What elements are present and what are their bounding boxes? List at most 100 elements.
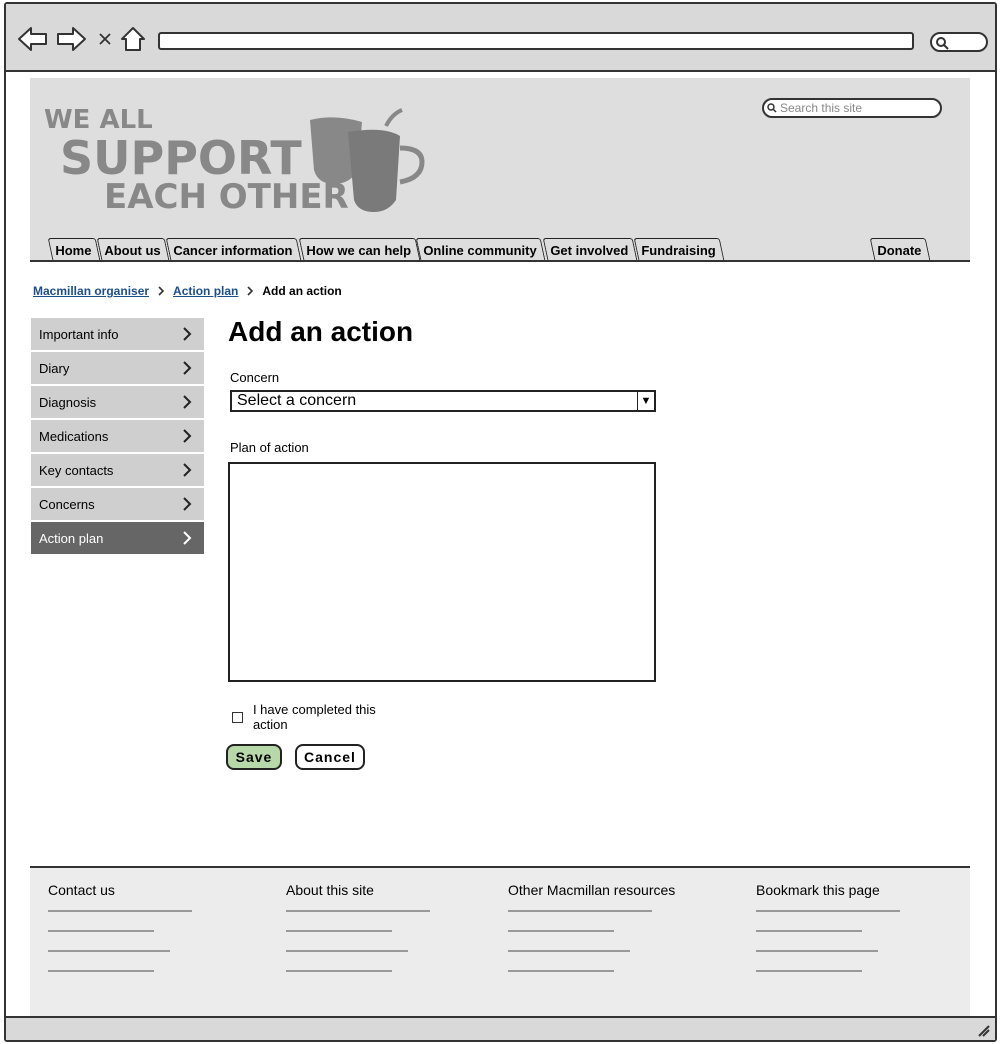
footer-link[interactable]	[48, 930, 154, 932]
nav-tab-label: Home	[55, 243, 92, 258]
site-search-input[interactable]: Search this site	[762, 98, 942, 118]
nav-tab-label: Online community	[423, 243, 538, 258]
donate-label: Donate	[877, 243, 922, 258]
sidebar-item-label: Key contacts	[39, 462, 114, 478]
nav-tab-label: How we can help	[305, 243, 411, 258]
footer-link[interactable]	[756, 930, 862, 932]
sidebar-item-label: Diagnosis	[39, 394, 97, 410]
footer-column-about: About this site	[286, 882, 430, 990]
nav-tab-label: Cancer information	[173, 243, 293, 258]
footer-column-bookmark: Bookmark this page	[756, 882, 900, 990]
chevron-right-icon	[183, 327, 192, 341]
footer-column-title: Contact us	[48, 882, 115, 898]
footer-link[interactable]	[286, 950, 408, 952]
footer-column-contact: Contact us	[48, 882, 192, 990]
nav-tab-how-we-can-help[interactable]: How we can help	[298, 238, 420, 260]
chevron-right-icon	[157, 286, 165, 296]
completed-label: I have completed this action	[252, 702, 376, 732]
page-title: Add an action	[228, 316, 414, 347]
concern-label: Concern	[230, 370, 280, 385]
footer-column-resources: Other Macmillan resources	[508, 882, 675, 990]
browser-status-bar	[6, 1016, 995, 1040]
concern-select[interactable]: Select a concern ▼	[230, 390, 656, 412]
sidebar-item-medications[interactable]: Medications	[31, 420, 204, 452]
footer-link[interactable]	[508, 930, 614, 932]
nav-tab-label: Fundraising	[641, 243, 716, 258]
nav-tab-about-us[interactable]: About us	[96, 238, 170, 260]
sidebar-item-label: Action plan	[39, 530, 104, 546]
site-footer: Contact us About this site Other Macmill…	[30, 866, 970, 1016]
home-icon[interactable]	[116, 22, 150, 56]
sidebar-item-important-info[interactable]: Important info	[31, 318, 204, 350]
sidebar-item-label: Diary	[39, 360, 70, 376]
footer-column-title: Other Macmillan resources	[508, 882, 676, 898]
nav-tab-cancer-information[interactable]: Cancer information	[166, 238, 302, 260]
nav-tab-online-community[interactable]: Online community	[416, 238, 547, 260]
footer-link[interactable]	[286, 930, 392, 932]
breadcrumb-link-action-plan[interactable]: Action plan	[173, 284, 238, 298]
sidebar-item-label: Medications	[39, 428, 109, 444]
browser-toolbar	[6, 4, 995, 72]
footer-link[interactable]	[508, 910, 652, 912]
web-page: WE ALL SUPPORT EACH OTHER Search this si…	[30, 78, 970, 1016]
sidebar-item-label: Concerns	[39, 496, 95, 512]
sidebar: Important info Diary Diagnosis Medicatio…	[31, 318, 204, 556]
footer-link[interactable]	[48, 910, 192, 912]
sidebar-item-diagnosis[interactable]: Diagnosis	[31, 386, 204, 418]
main-content: Add an action Concern Select a concern ▼…	[226, 316, 656, 770]
back-icon[interactable]	[16, 22, 50, 56]
main-nav: Home About us Cancer information How we …	[47, 238, 725, 262]
search-icon	[936, 37, 949, 50]
chevron-right-icon	[246, 286, 254, 296]
sidebar-item-key-contacts[interactable]: Key contacts	[31, 454, 204, 486]
completed-checkbox[interactable]	[232, 711, 243, 723]
footer-link[interactable]	[508, 970, 614, 972]
concern-selected-value: Select a concern	[237, 392, 357, 409]
donate-tab[interactable]: Donate	[869, 238, 931, 260]
chevron-right-icon	[183, 463, 192, 477]
footer-link[interactable]	[48, 950, 170, 952]
footer-column-title: About this site	[286, 882, 374, 898]
svg-text:EACH OTHER: EACH OTHER	[104, 177, 349, 216]
sidebar-item-label: Important info	[39, 326, 119, 342]
nav-tab-home[interactable]: Home	[47, 238, 101, 260]
nav-tab-get-involved[interactable]: Get involved	[542, 238, 638, 260]
chevron-right-icon	[183, 531, 192, 545]
browser-search-field[interactable]	[930, 32, 988, 52]
forward-icon[interactable]	[54, 22, 88, 56]
chevron-right-icon	[183, 395, 192, 409]
dropdown-arrow-icon: ▼	[637, 392, 654, 410]
plan-of-action-textarea[interactable]	[228, 462, 656, 682]
footer-link[interactable]	[756, 970, 862, 972]
site-logo[interactable]: WE ALL SUPPORT EACH OTHER	[44, 100, 444, 221]
breadcrumb: Macmillan organiser Action plan Add an a…	[33, 284, 342, 298]
footer-link[interactable]	[286, 910, 430, 912]
cancel-button[interactable]: Cancel	[295, 744, 365, 770]
search-placeholder: Search this site	[780, 101, 863, 115]
chevron-right-icon	[183, 497, 192, 511]
footer-link[interactable]	[508, 950, 630, 952]
save-button[interactable]: Save	[226, 744, 282, 770]
sidebar-item-action-plan[interactable]: Action plan	[31, 522, 204, 554]
nav-tab-label: About us	[104, 243, 161, 258]
sidebar-item-concerns[interactable]: Concerns	[31, 488, 204, 520]
address-bar[interactable]	[158, 32, 914, 50]
search-icon	[767, 103, 777, 113]
footer-link[interactable]	[286, 970, 392, 972]
resize-grip-icon[interactable]	[975, 1022, 991, 1038]
footer-link[interactable]	[756, 910, 900, 912]
chevron-right-icon	[183, 361, 192, 375]
site-header: WE ALL SUPPORT EACH OTHER Search this si…	[30, 78, 970, 262]
nav-tab-fundraising[interactable]: Fundraising	[633, 238, 725, 260]
footer-link[interactable]	[756, 950, 878, 952]
breadcrumb-link-organiser[interactable]: Macmillan organiser	[33, 284, 149, 298]
breadcrumb-current: Add an action	[262, 284, 342, 298]
footer-column-title: Bookmark this page	[756, 882, 880, 898]
sidebar-item-diary[interactable]: Diary	[31, 352, 204, 384]
chevron-right-icon	[183, 429, 192, 443]
footer-link[interactable]	[48, 970, 154, 972]
plan-label: Plan of action	[230, 440, 309, 455]
nav-tab-label: Get involved	[550, 243, 629, 258]
browser-window: WE ALL SUPPORT EACH OTHER Search this si…	[4, 2, 997, 1042]
completed-row: I have completed this action	[232, 702, 413, 732]
